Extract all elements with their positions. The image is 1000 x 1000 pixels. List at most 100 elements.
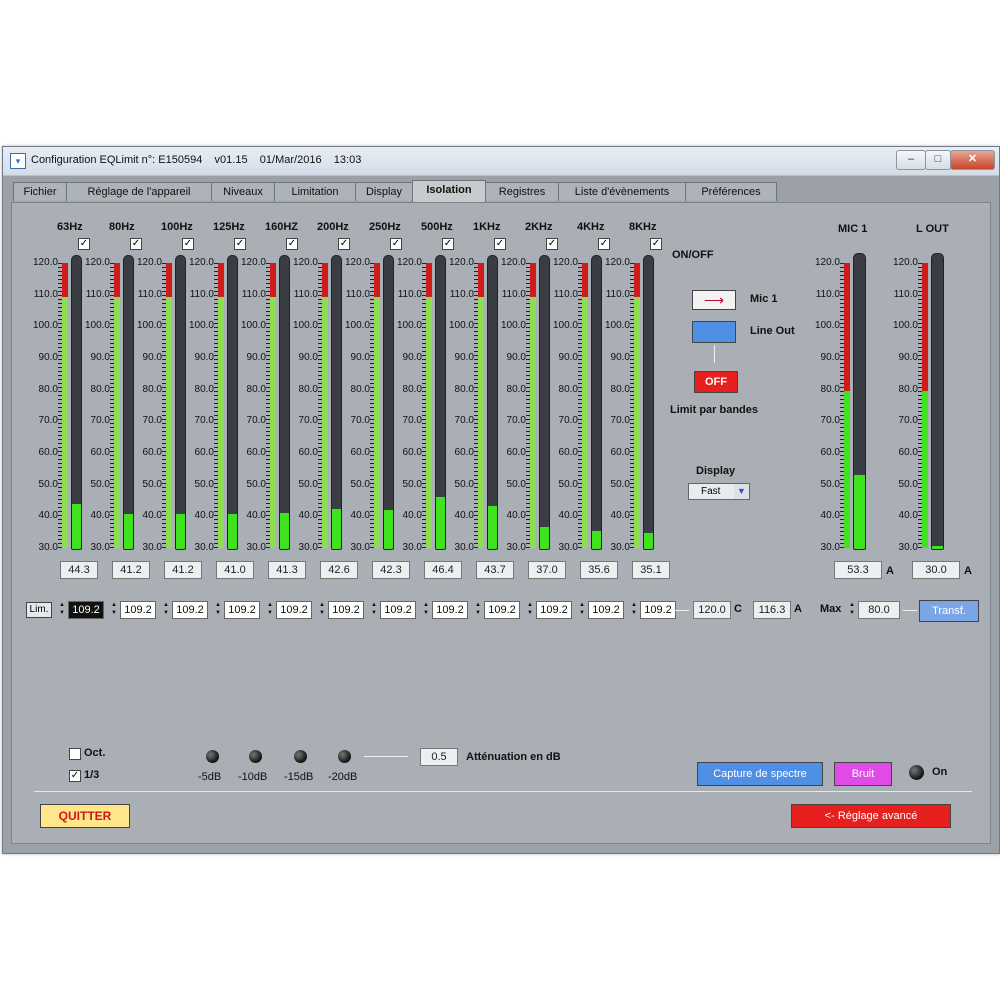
tab-isolation[interactable]: Isolation — [412, 180, 486, 202]
tab-display[interactable]: Display — [355, 182, 413, 201]
band-limit-spinner[interactable]: ▲ ▼ — [630, 601, 638, 617]
band-limit-spinner[interactable]: ▲ ▼ — [58, 601, 66, 617]
band-level-value: 44.3 — [60, 561, 98, 579]
mic1-level-meter — [853, 253, 866, 550]
scale-tick-label: 120.0 — [604, 257, 630, 268]
mic-route-label: Mic 1 — [750, 293, 778, 305]
band-limit-input[interactable]: 109.2 — [172, 601, 208, 619]
scale-tick-label: 90.0 — [820, 352, 840, 363]
band-enable-checkbox[interactable]: ✓ — [390, 238, 402, 250]
band-limit-input[interactable]: 109.2 — [328, 601, 364, 619]
band-limit-spinner[interactable]: ▲ ▼ — [474, 601, 482, 617]
scale-tick-label: 100.0 — [188, 320, 214, 332]
bruit-button[interactable]: Bruit — [834, 762, 892, 786]
band-limit-input[interactable]: 109.2 — [640, 601, 676, 619]
line-out-route-button[interactable] — [692, 321, 736, 343]
band-limit-spinner[interactable]: ▲ ▼ — [266, 601, 274, 617]
scale-tick-label: 50.0 — [558, 478, 578, 490]
scale-tick-label: 120.0 — [136, 257, 162, 268]
band-frequency-label: 500Hz — [421, 221, 453, 233]
tab-fichier[interactable]: Fichier — [13, 182, 67, 201]
scale-tick-label: 70.0 — [142, 415, 162, 427]
scale-tick-label: 80.0 — [90, 383, 110, 395]
band-limit-spinner[interactable]: ▲ ▼ — [422, 601, 430, 617]
scale-tick-label: 50.0 — [350, 478, 370, 490]
band-enable-checkbox[interactable]: ✓ — [442, 238, 454, 250]
band-enable-checkbox[interactable]: ✓ — [130, 238, 142, 250]
mic-route-button[interactable]: ⟶ — [692, 290, 736, 310]
band-limit-input[interactable]: 109.2 — [120, 601, 156, 619]
band-limit-input[interactable]: 109.2 — [588, 601, 624, 619]
band-limit-spinner[interactable]: ▲ ▼ — [578, 601, 586, 617]
scale-tick-label: 30.0 — [194, 542, 214, 553]
scale-tick-label: 120.0 — [448, 257, 474, 268]
att-20db-button[interactable] — [338, 750, 351, 763]
maximize-button[interactable]: □ — [925, 150, 951, 170]
band-limit-spinner[interactable]: ▲ ▼ — [110, 601, 118, 617]
band-limit-spinner[interactable]: ▲ ▼ — [162, 601, 170, 617]
band-limit-input[interactable]: 109.2 — [276, 601, 312, 619]
band-enable-checkbox[interactable]: ✓ — [286, 238, 298, 250]
tab-registres[interactable]: Registres — [485, 182, 559, 201]
att-15db-button[interactable] — [294, 750, 307, 763]
max-value[interactable]: 80.0 — [858, 601, 900, 619]
lim-button[interactable]: Lim. — [26, 602, 52, 618]
band-limit-input[interactable]: 109.2 — [484, 601, 520, 619]
tab-reglage-appareil[interactable]: Réglage de l'appareil — [66, 182, 212, 201]
scale-tick-label: 50.0 — [246, 478, 266, 490]
tab-preferences[interactable]: Préférences — [685, 182, 777, 201]
scale-tick-label: 40.0 — [610, 510, 630, 522]
close-button[interactable]: ✕ — [950, 150, 995, 170]
band-limit-input[interactable]: 109.2 — [380, 601, 416, 619]
scale-tick-label: 80.0 — [898, 383, 918, 395]
scale-tick-label: 30.0 — [298, 542, 318, 553]
scale-tick-label: 30.0 — [454, 542, 474, 553]
band-limit-input[interactable]: 109.2 — [536, 601, 572, 619]
scale-tick-label: 30.0 — [350, 542, 370, 553]
scale-tick-label: 100.0 — [136, 320, 162, 332]
band-limit-input[interactable]: 109.2 — [68, 601, 104, 619]
onoff-label: ON/OFF — [672, 249, 714, 261]
band-enable-checkbox[interactable]: ✓ — [546, 238, 558, 250]
transf-button[interactable]: Transf. — [919, 600, 979, 622]
band-level-fill — [436, 497, 445, 549]
scale-tick-label: 120.0 — [32, 257, 58, 268]
tab-niveaux[interactable]: Niveaux — [211, 182, 275, 201]
capture-spectre-button[interactable]: Capture de spectre — [697, 762, 823, 786]
quitter-button[interactable]: QUITTER — [40, 804, 130, 828]
band-frequency-label: 250Hz — [369, 221, 401, 233]
display-mode-select[interactable]: Fast ▼ — [688, 483, 750, 500]
tab-liste-evenements[interactable]: Liste d'évènements — [558, 182, 686, 201]
a-unit: A — [794, 603, 802, 615]
band-enable-checkbox[interactable]: ✓ — [650, 238, 662, 250]
band-enable-checkbox[interactable]: ✓ — [78, 238, 90, 250]
band-enable-checkbox[interactable]: ✓ — [338, 238, 350, 250]
band-limit-spinner[interactable]: ▲ ▼ — [214, 601, 222, 617]
band-enable-checkbox[interactable]: ✓ — [598, 238, 610, 250]
att-5db-button[interactable] — [206, 750, 219, 763]
mic1-level-fill — [854, 475, 865, 549]
tab-limitation[interactable]: Limitation — [274, 182, 356, 201]
band-enable-checkbox[interactable]: ✓ — [494, 238, 506, 250]
band-limit-spinner[interactable]: ▲ ▼ — [318, 601, 326, 617]
band-frequency-label: 8KHz — [629, 221, 657, 233]
third-octave-checkbox[interactable]: ✓ — [69, 770, 81, 782]
band-enable-checkbox[interactable]: ✓ — [234, 238, 246, 250]
scale-tick-label: 90.0 — [610, 352, 630, 363]
band-enable-checkbox[interactable]: ✓ — [182, 238, 194, 250]
scale-tick-label: 90.0 — [350, 352, 370, 363]
scale-tick-label: 50.0 — [298, 478, 318, 490]
band-level-fill — [72, 503, 81, 549]
reglage-avance-button[interactable]: <- Réglage avancé — [791, 804, 951, 828]
limit-par-bandes-toggle[interactable]: OFF — [694, 371, 738, 393]
oct-checkbox[interactable] — [69, 748, 81, 760]
band-limit-input[interactable]: 109.2 — [224, 601, 260, 619]
att-10db-button[interactable] — [249, 750, 262, 763]
max-spinner[interactable]: ▲ ▼ — [848, 601, 856, 617]
band-limit-spinner[interactable]: ▲ ▼ — [526, 601, 534, 617]
band-scale: 120.0 110.0 100.0 90.0 80.0 70.0 60.0 50.0 40.0 3… — [290, 257, 322, 553]
scale-tick-label: 60.0 — [38, 447, 58, 458]
band-limit-spinner[interactable]: ▲ ▼ — [370, 601, 378, 617]
minimize-button[interactable]: – — [896, 150, 926, 170]
band-limit-input[interactable]: 109.2 — [432, 601, 468, 619]
